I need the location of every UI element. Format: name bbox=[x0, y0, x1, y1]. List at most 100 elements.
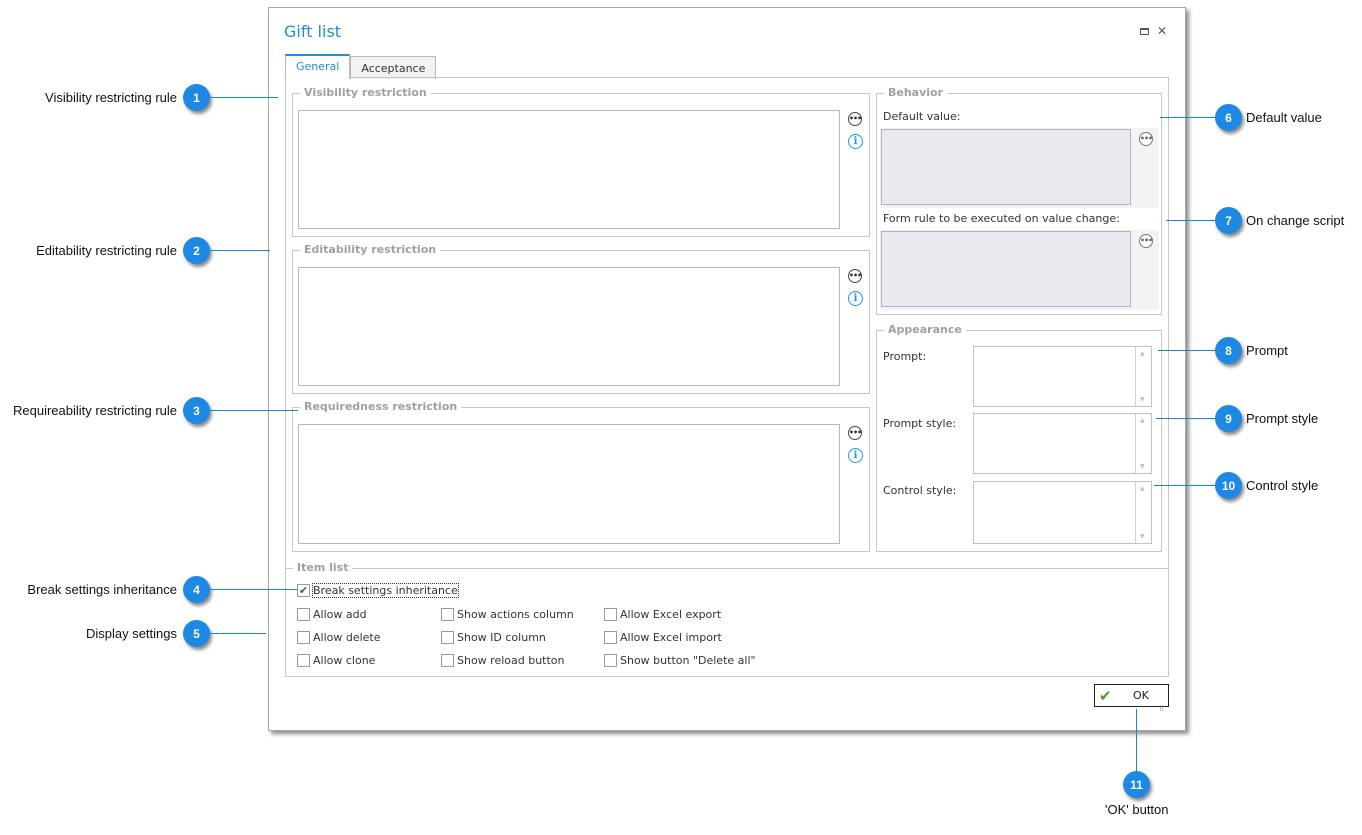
checkbox-label[interactable]: Allow clone bbox=[313, 654, 375, 667]
info-icon[interactable]: i bbox=[848, 448, 863, 463]
checkbox-box[interactable] bbox=[604, 608, 617, 621]
checkbox-box[interactable] bbox=[441, 608, 454, 621]
checkbox-label[interactable]: Show reload button bbox=[457, 654, 565, 667]
callout-label: Control style bbox=[1246, 478, 1319, 493]
ellipsis-icon[interactable]: ••• bbox=[1139, 234, 1153, 248]
allow-add-checkbox[interactable]: Allow add bbox=[297, 608, 367, 621]
default-value-label: Default value: bbox=[883, 110, 961, 123]
checkbox-label[interactable]: Allow add bbox=[313, 608, 367, 621]
ellipsis-icon[interactable]: ••• bbox=[848, 426, 862, 440]
callout-badge: 8 bbox=[1215, 337, 1242, 364]
scroll-down-icon[interactable]: ▼ bbox=[1140, 396, 1145, 403]
control-style-label: Control style: bbox=[883, 484, 957, 497]
maximize-icon[interactable] bbox=[1139, 27, 1149, 35]
scroll-up-icon[interactable]: ▲ bbox=[1140, 417, 1145, 424]
default-value-field[interactable] bbox=[881, 129, 1131, 205]
callout-badge: 4 bbox=[183, 576, 210, 603]
prompt-label: Prompt: bbox=[883, 350, 927, 363]
allow-excel-import-checkbox[interactable]: Allow Excel import bbox=[604, 631, 722, 644]
group-legend: Requiredness restriction bbox=[300, 400, 462, 414]
show-delete-all-button-checkbox[interactable]: Show button "Delete all" bbox=[604, 654, 756, 667]
callout-badge: 11 bbox=[1123, 771, 1150, 798]
checkbox-box[interactable]: ✔ bbox=[297, 584, 310, 597]
checkmark-icon: ✔ bbox=[1099, 687, 1112, 705]
ok-button[interactable]: ✔ OK bbox=[1094, 684, 1169, 707]
callout-badge: 2 bbox=[183, 237, 210, 264]
callout-label: Editability restricting rule bbox=[36, 243, 177, 258]
group-legend: Visibility restriction bbox=[300, 86, 431, 100]
on-change-rule-label: Form rule to be executed on value change… bbox=[883, 212, 1120, 225]
tab-panel-general: Visibility restriction ••• i Editability… bbox=[285, 77, 1169, 677]
gift-list-dialog: Gift list ✕ General Acceptance Visibilit… bbox=[268, 7, 1186, 731]
callout-line bbox=[1156, 418, 1218, 419]
callout-line bbox=[1166, 220, 1218, 221]
resize-grip-icon[interactable]: ⠿ bbox=[1159, 706, 1164, 713]
checkbox-box[interactable] bbox=[297, 654, 310, 667]
callout-label: Requireability restricting rule bbox=[12, 403, 177, 418]
checkbox-label[interactable]: Allow Excel export bbox=[620, 608, 721, 621]
callout-badge: 9 bbox=[1215, 405, 1242, 432]
prompt-field[interactable]: ▲ ▼ bbox=[973, 346, 1152, 407]
callout-line bbox=[208, 633, 266, 634]
info-icon[interactable]: i bbox=[848, 291, 863, 306]
info-icon[interactable]: i bbox=[848, 134, 863, 149]
editability-rule-field[interactable] bbox=[298, 267, 840, 386]
appearance-group: Appearance Prompt: ▲ ▼ Prompt style: ▲ ▼ C… bbox=[876, 323, 1162, 552]
ellipsis-icon[interactable]: ••• bbox=[848, 112, 862, 126]
control-style-field[interactable]: ▲ ▼ bbox=[973, 481, 1152, 544]
on-change-rule-field[interactable] bbox=[881, 231, 1131, 307]
break-inheritance-checkbox[interactable]: ✔ Break settings inheritance bbox=[297, 583, 459, 598]
requiredness-restriction-group: Requiredness restriction ••• i bbox=[292, 400, 870, 552]
ellipsis-icon[interactable]: ••• bbox=[1139, 132, 1153, 146]
allow-excel-export-checkbox[interactable]: Allow Excel export bbox=[604, 608, 721, 621]
tab-bar: General Acceptance bbox=[285, 54, 437, 79]
checkbox-box[interactable] bbox=[604, 654, 617, 667]
checkbox-box[interactable] bbox=[297, 608, 310, 621]
requiredness-rule-field[interactable] bbox=[298, 424, 840, 544]
scrollbar[interactable]: ▲ ▼ bbox=[1135, 482, 1151, 543]
dialog-title: Gift list bbox=[284, 22, 342, 41]
checkbox-box[interactable] bbox=[441, 631, 454, 644]
checkbox-box[interactable] bbox=[441, 654, 454, 667]
callout-label: On change script bbox=[1246, 213, 1345, 228]
callout-badge: 5 bbox=[183, 620, 210, 647]
callout-label: Break settings inheritance bbox=[27, 582, 177, 597]
callout-line bbox=[1154, 485, 1218, 486]
scroll-down-icon[interactable]: ▼ bbox=[1140, 533, 1145, 540]
callout-badge: 3 bbox=[183, 397, 210, 424]
checkbox-label[interactable]: Show ID column bbox=[457, 631, 546, 644]
scroll-up-icon[interactable]: ▲ bbox=[1140, 485, 1145, 492]
checkbox-label[interactable]: Show button "Delete all" bbox=[620, 654, 756, 667]
checkbox-box[interactable] bbox=[297, 631, 310, 644]
ellipsis-icon[interactable]: ••• bbox=[848, 269, 862, 283]
callout-line bbox=[1160, 117, 1218, 118]
window-buttons: ✕ bbox=[1139, 25, 1167, 37]
allow-delete-checkbox[interactable]: Allow delete bbox=[297, 631, 381, 644]
checkbox-label[interactable]: Allow Excel import bbox=[620, 631, 722, 644]
checkbox-label[interactable]: Show actions column bbox=[457, 608, 574, 621]
group-legend: Editability restriction bbox=[300, 243, 441, 257]
callout-line bbox=[208, 410, 298, 411]
scrollbar[interactable]: ▲ ▼ bbox=[1135, 414, 1151, 473]
prompt-style-field[interactable]: ▲ ▼ bbox=[973, 413, 1152, 474]
callout-line bbox=[1158, 350, 1218, 351]
tab-acceptance[interactable]: Acceptance bbox=[350, 56, 437, 79]
callout-line bbox=[208, 589, 298, 590]
show-id-column-checkbox[interactable]: Show ID column bbox=[441, 631, 546, 644]
checkbox-label[interactable]: Break settings inheritance bbox=[312, 583, 459, 598]
tab-general[interactable]: General bbox=[285, 54, 351, 79]
visibility-rule-field[interactable] bbox=[298, 110, 840, 229]
callout-line bbox=[1136, 709, 1137, 773]
scroll-down-icon[interactable]: ▼ bbox=[1140, 463, 1145, 470]
show-actions-column-checkbox[interactable]: Show actions column bbox=[441, 608, 574, 621]
show-reload-button-checkbox[interactable]: Show reload button bbox=[441, 654, 565, 667]
callout-line bbox=[208, 97, 278, 98]
callout-label: Display settings bbox=[85, 626, 177, 641]
allow-clone-checkbox[interactable]: Allow clone bbox=[297, 654, 375, 667]
checkbox-box[interactable] bbox=[604, 631, 617, 644]
callout-label: Prompt style bbox=[1246, 411, 1319, 426]
checkbox-label[interactable]: Allow delete bbox=[313, 631, 381, 644]
scroll-up-icon[interactable]: ▲ bbox=[1140, 350, 1145, 357]
close-icon[interactable]: ✕ bbox=[1157, 25, 1167, 37]
scrollbar[interactable]: ▲ ▼ bbox=[1135, 347, 1151, 406]
